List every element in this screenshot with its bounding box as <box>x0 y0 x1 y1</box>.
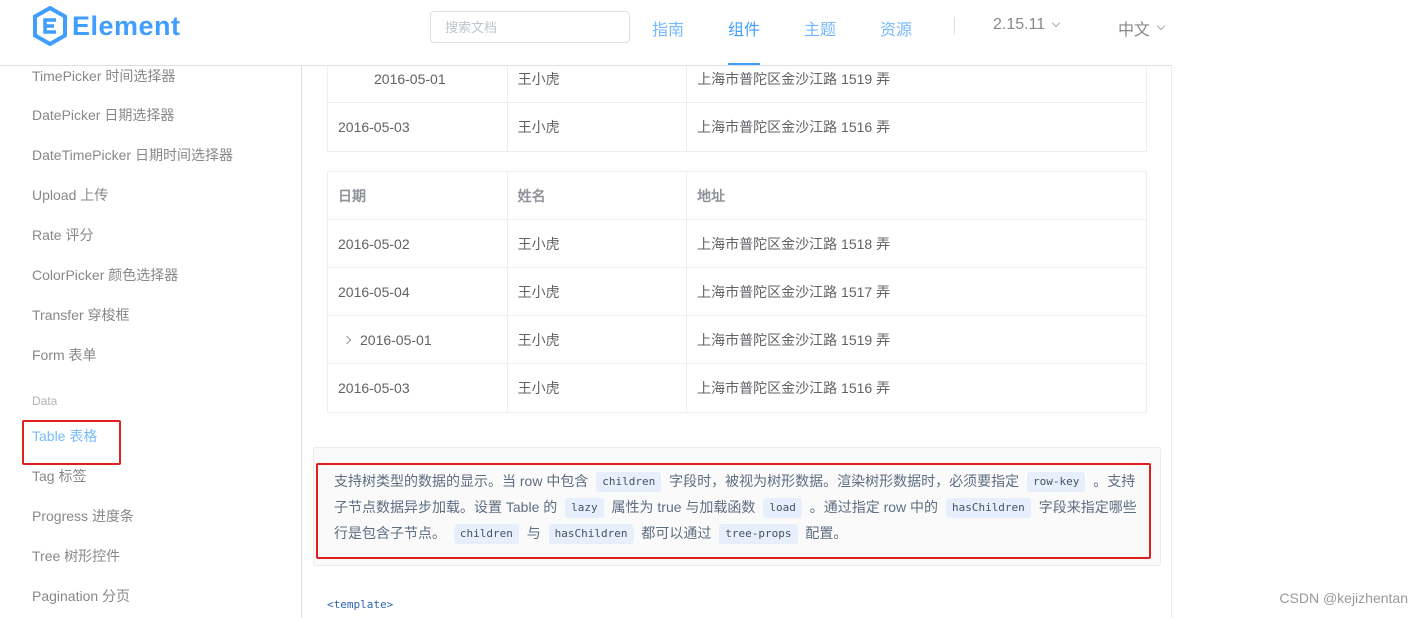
sidebar-item-pagination[interactable]: Pagination 分页 <box>32 586 130 606</box>
language-dropdown[interactable]: 中文 <box>1118 16 1166 40</box>
table-cell-date: 2016-05-03 <box>328 103 508 151</box>
tree-table: 日期 姓名 地址 2016-05-02 王小虎 上海市普陀区金沙江路 1518 … <box>327 171 1147 413</box>
code-template-line: <template> <box>327 598 394 611</box>
table-cell-name: 王小虎 <box>508 364 688 412</box>
table-cell-address: 上海市普陀区金沙江路 1519 弄 <box>697 331 891 348</box>
logo-text: Element <box>72 10 181 41</box>
table-cell-address: 上海市普陀区金沙江路 1516 弄 <box>697 119 891 135</box>
table-cell-address: 上海市普陀区金沙江路 1517 弄 <box>697 283 891 300</box>
nav-theme[interactable]: 主题 <box>804 16 836 40</box>
nav-component[interactable]: 组件 <box>728 16 760 40</box>
table-row: 2016-05-03 王小虎 上海市普陀区金沙江路 1516 弄 <box>328 103 1146 151</box>
nav-resource[interactable]: 资源 <box>880 16 912 40</box>
table-cell-date: 2016-05-02 <box>328 220 508 267</box>
table-cell-address: 上海市普陀区金沙江路 1516 弄 <box>697 380 891 396</box>
table-row: 2016-05-04 王小虎 上海市普陀区金沙江路 1517 弄 <box>328 268 1146 316</box>
version-dropdown[interactable]: 2.15.11 <box>993 16 1061 34</box>
table-cell-name: 王小虎 <box>508 103 688 151</box>
table-header-address: 地址 <box>697 187 726 204</box>
table-cell-name: 王小虎 <box>508 268 688 315</box>
table-cell-name: 王小虎 <box>508 220 688 267</box>
hexagon-logo-icon <box>33 6 67 46</box>
sidebar: TimePicker 时间选择器 DatePicker 日期选择器 DateTi… <box>0 66 302 618</box>
watermark: CSDN @kejizhentan <box>1279 590 1408 606</box>
table-row-expandable: 2016-05-01 王小虎 上海市普陀区金沙江路 1519 弄 <box>328 316 1146 364</box>
language-label: 中文 <box>1118 22 1151 39</box>
sidebar-item-tag[interactable]: Tag 标签 <box>32 466 86 486</box>
nav-guide[interactable]: 指南 <box>652 16 684 40</box>
table-cell-address: 上海市普陀区金沙江路 1518 弄 <box>697 235 891 252</box>
code-preview: <template> <box>303 586 1171 618</box>
table-cell-date: 2016-05-04 <box>328 268 508 315</box>
table-cell-address: 上海市普陀区金沙江路 1519 弄 <box>697 70 891 87</box>
sidebar-item-form[interactable]: Form 表单 <box>32 345 97 365</box>
highlight-box-table <box>22 420 121 465</box>
table-header-row: 日期 姓名 地址 <box>328 172 1146 220</box>
search-input[interactable] <box>430 11 630 43</box>
table-cell-name: 王小虎 <box>508 66 688 102</box>
chevron-down-icon <box>1051 18 1061 28</box>
table-cell-date: 2016-05-01 <box>328 66 508 102</box>
nav-active-indicator <box>728 63 760 65</box>
nav-divider <box>954 17 955 35</box>
sidebar-group-data: Data <box>32 394 58 408</box>
sidebar-item-datepicker[interactable]: DatePicker 日期选择器 <box>32 105 174 125</box>
table-row: 2016-05-03 王小虎 上海市普陀区金沙江路 1516 弄 <box>328 364 1146 412</box>
sidebar-item-datetimepicker[interactable]: DateTimePicker 日期时间选择器 <box>32 145 233 165</box>
table-header-name: 姓名 <box>508 172 688 219</box>
top-header: Element 指南 组件 主题 资源 2.15.11 中文 <box>0 0 1172 66</box>
table-cell-name: 王小虎 <box>508 316 688 363</box>
table-cell-date: 2016-05-03 <box>328 364 508 412</box>
demo-area: 2016-05-01 王小虎 上海市普陀区金沙江路 1519 弄 2016-05… <box>303 66 1171 434</box>
tree-table-lazy: 2016-05-01 王小虎 上海市普陀区金沙江路 1519 弄 2016-05… <box>327 66 1147 152</box>
table-row: 2016-05-01 王小虎 上海市普陀区金沙江路 1519 弄 <box>328 66 1146 103</box>
table-row: 2016-05-02 王小虎 上海市普陀区金沙江路 1518 弄 <box>328 220 1146 268</box>
table-cell-date-text: 2016-05-01 <box>360 331 432 348</box>
sidebar-item-tree[interactable]: Tree 树形控件 <box>32 546 120 566</box>
highlight-box-description <box>316 463 1151 559</box>
sidebar-item-transfer[interactable]: Transfer 穿梭框 <box>32 305 130 325</box>
sidebar-item-upload[interactable]: Upload 上传 <box>32 185 108 205</box>
sidebar-item-timepicker[interactable]: TimePicker 时间选择器 <box>32 66 175 86</box>
version-label: 2.15.11 <box>993 16 1046 33</box>
expand-chevron-icon[interactable] <box>342 335 352 344</box>
sidebar-item-rate[interactable]: Rate 评分 <box>32 225 93 245</box>
table-cell-date: 2016-05-01 <box>328 316 508 363</box>
element-logo[interactable]: Element <box>32 6 181 46</box>
table-header-date: 日期 <box>328 172 508 219</box>
chevron-down-icon <box>1156 21 1166 31</box>
sidebar-item-colorpicker[interactable]: ColorPicker 颜色选择器 <box>32 265 178 285</box>
sidebar-item-progress[interactable]: Progress 进度条 <box>32 506 134 526</box>
